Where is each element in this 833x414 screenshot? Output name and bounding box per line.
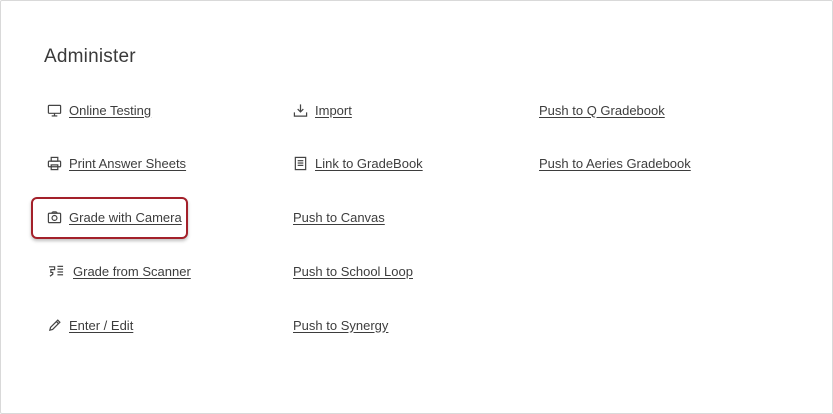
section-title: Administer: [44, 46, 136, 67]
printer-icon: [46, 155, 62, 171]
grade-from-scanner-item[interactable]: Grade from Scanner: [46, 261, 191, 281]
link-to-gradebook-item[interactable]: Link to GradeBook: [292, 153, 423, 173]
push-to-synergy-item[interactable]: Push to Synergy: [293, 315, 388, 335]
enter-edit-item[interactable]: Enter / Edit: [46, 315, 133, 335]
pencil-icon: [46, 317, 62, 333]
push-to-synergy-link[interactable]: Push to Synergy: [293, 318, 388, 333]
push-to-aeries-gradebook-link[interactable]: Push to Aeries Gradebook: [539, 156, 691, 171]
print-answer-sheets-item[interactable]: Print Answer Sheets: [46, 153, 186, 173]
push-to-canvas-item[interactable]: Push to Canvas: [293, 207, 385, 227]
push-to-school-loop-link[interactable]: Push to School Loop: [293, 264, 413, 279]
link-to-gradebook-link[interactable]: Link to GradeBook: [315, 156, 423, 171]
grade-from-scanner-link[interactable]: Grade from Scanner: [73, 264, 191, 279]
import-icon: [292, 102, 308, 118]
highlight-box: [31, 197, 188, 239]
push-to-school-loop-item[interactable]: Push to School Loop: [293, 261, 413, 281]
push-to-aeries-gradebook-item[interactable]: Push to Aeries Gradebook: [539, 153, 691, 173]
import-item[interactable]: Import: [292, 100, 352, 120]
print-answer-sheets-link[interactable]: Print Answer Sheets: [69, 156, 186, 171]
book-icon: [292, 155, 308, 171]
push-to-q-gradebook-link[interactable]: Push to Q Gradebook: [539, 103, 665, 118]
administer-panel: Administer Online Testing Print Answer S…: [0, 0, 833, 414]
import-link[interactable]: Import: [315, 103, 352, 118]
online-testing-item[interactable]: Online Testing: [46, 100, 151, 120]
enter-edit-link[interactable]: Enter / Edit: [69, 318, 133, 333]
push-to-q-gradebook-item[interactable]: Push to Q Gradebook: [539, 100, 665, 120]
scanner-icon: [46, 263, 66, 279]
monitor-icon: [46, 102, 62, 118]
push-to-canvas-link[interactable]: Push to Canvas: [293, 210, 385, 225]
online-testing-link[interactable]: Online Testing: [69, 103, 151, 118]
